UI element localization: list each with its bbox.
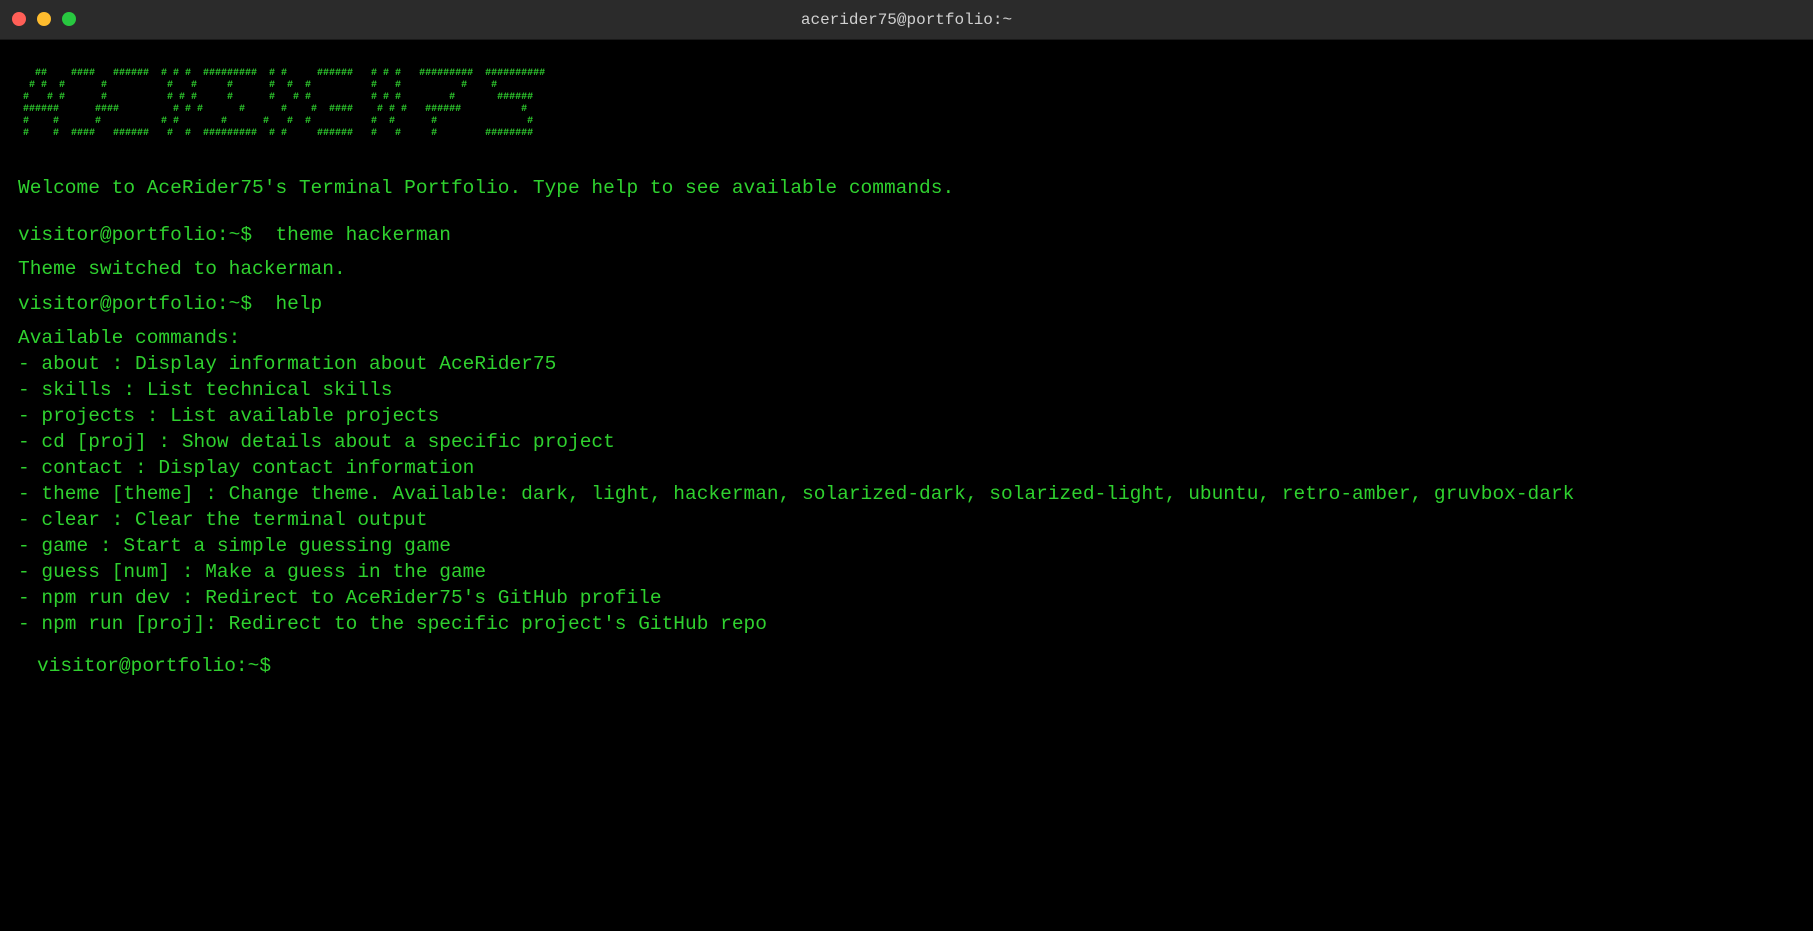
history-command-line-1: visitor@portfolio:~$ theme hackerman [18,223,451,247]
command-list-item: - contact : Display contact information [18,457,475,479]
active-prompt-line[interactable]: visitor@portfolio:~$ [37,654,283,678]
command-list-item: - npm run dev : Redirect to AceRider75's… [18,587,662,609]
history-output-line-1: Theme switched to hackerman. [18,258,346,280]
history-output-line-2: Available commands: [18,327,241,349]
ascii-banner: ## #### ###### # # # ######### # # #####… [23,68,546,139]
terminal-output[interactable]: ## #### ###### # # # ######### # # #####… [0,40,1813,931]
command-list-item: - cd [proj] : Show details about a speci… [18,431,615,453]
command-list-item: - about : Display information about AceR… [18,353,557,375]
window-title: acerider75@portfolio:~ [800,11,1013,29]
prompt-label: visitor@portfolio:~$ [18,293,253,315]
welcome-message: Welcome to AceRider75's Terminal Portfol… [18,177,955,199]
command-list-item: - projects : List available projects [18,405,440,427]
command-list-item: - skills : List technical skills [18,379,393,401]
history-command-line-2: visitor@portfolio:~$ help [18,292,322,316]
history-command-text: help [275,293,323,315]
command-list-item: - game : Start a simple guessing game [18,535,451,557]
prompt-label: visitor@portfolio:~$ [37,655,272,677]
title-bar[interactable]: acerider75@portfolio:~ [0,0,1813,40]
terminal-window: acerider75@portfolio:~ ## #### ###### # … [0,0,1813,931]
history-command-text: theme hackerman [275,224,451,246]
command-list-item: - clear : Clear the terminal output [18,509,428,531]
prompt-label: visitor@portfolio:~$ [18,224,253,246]
command-list-item: - npm run [proj]: Redirect to the specif… [18,613,767,635]
command-list-item: - guess [num] : Make a guess in the game [18,561,487,583]
command-list-item: - theme [theme] : Change theme. Availabl… [18,483,1575,505]
